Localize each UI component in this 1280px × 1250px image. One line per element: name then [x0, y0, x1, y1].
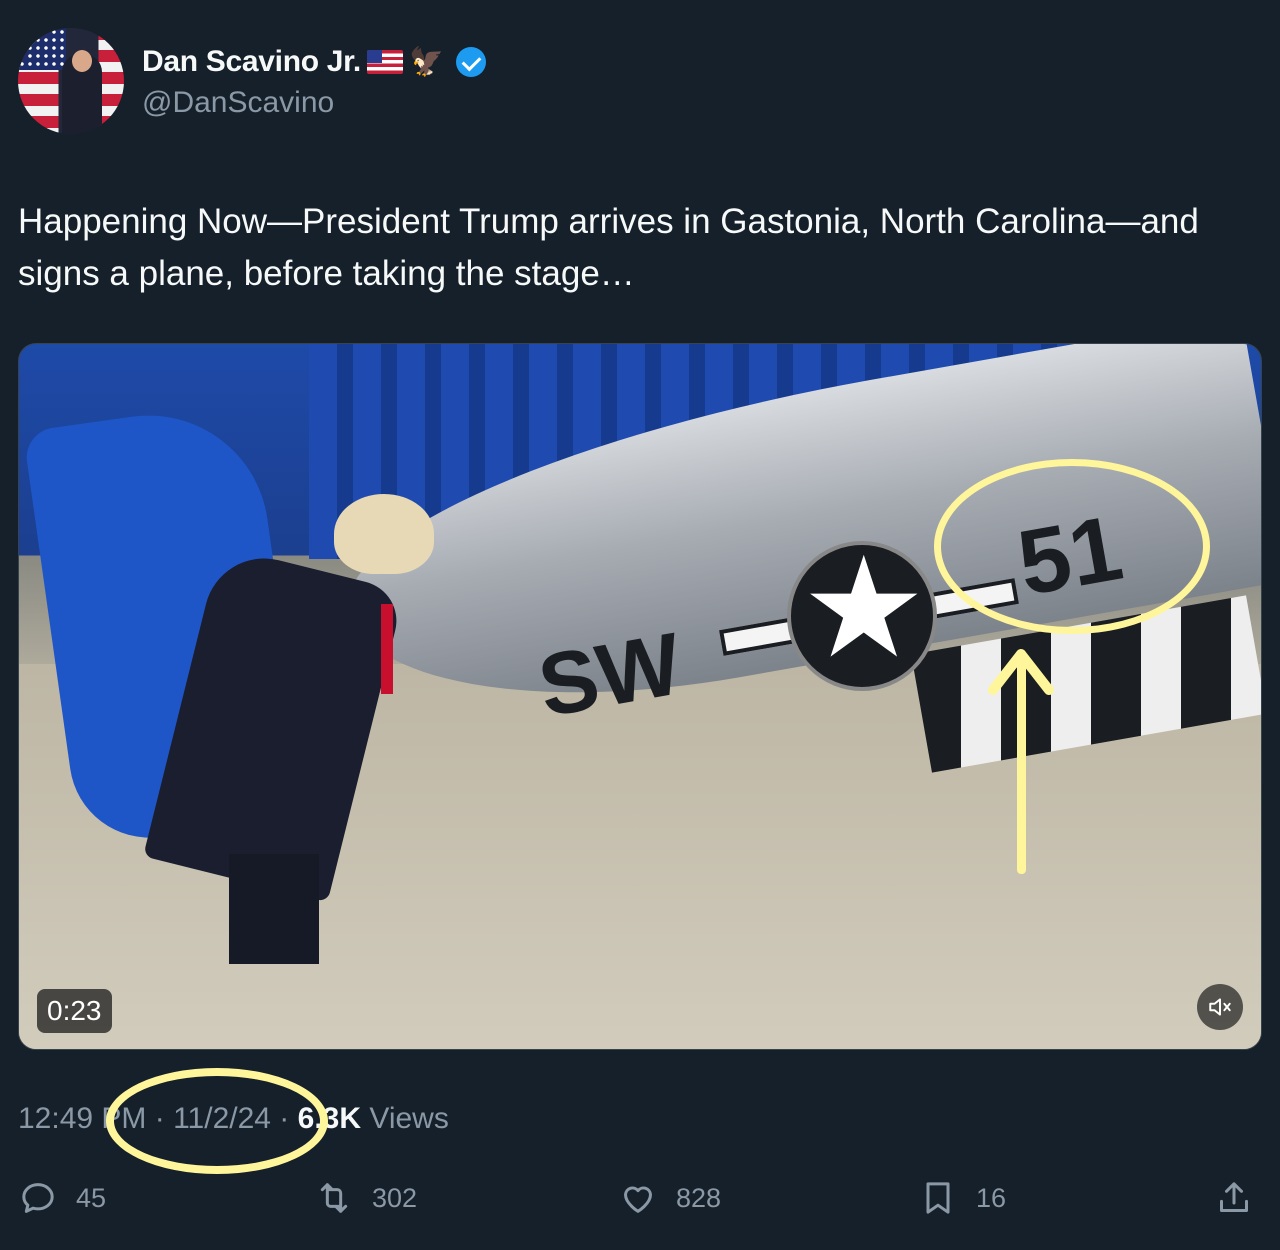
- repost-icon: [320, 1183, 348, 1213]
- plane-star-roundel: [787, 527, 937, 691]
- bookmark-button[interactable]: 16: [918, 1172, 1006, 1224]
- avatar-flag-canton: [18, 28, 66, 70]
- video-duration: 0:23: [37, 989, 112, 1033]
- share-button[interactable]: [1214, 1172, 1254, 1224]
- avatar[interactable]: [18, 28, 124, 134]
- repost-button[interactable]: 302: [314, 1172, 417, 1224]
- reply-count: 45: [76, 1182, 107, 1213]
- action-bar: 45 302 828 16: [18, 1172, 1262, 1224]
- video-player[interactable]: SW 51 0:23: [18, 343, 1262, 1050]
- mute-button[interactable]: [1197, 984, 1243, 1030]
- share-icon: [1220, 1182, 1248, 1212]
- heart-icon: [624, 1186, 652, 1213]
- person-legs: [229, 854, 319, 964]
- person-body: [143, 545, 405, 903]
- eagle-icon: 🦅: [408, 46, 444, 77]
- reply-icon: [22, 1183, 54, 1213]
- name-row: Dan Scavino Jr. 🦅: [142, 44, 486, 80]
- repost-count: 302: [372, 1182, 418, 1213]
- reply-button[interactable]: 45: [18, 1172, 106, 1224]
- annotation-oval-51: [934, 459, 1210, 634]
- us-flag-icon: [366, 50, 403, 74]
- speaker-muted-icon: [1209, 998, 1231, 1016]
- annotation-oval-date: [106, 1068, 328, 1174]
- tweet-text: Happening Now—President Trump arrives in…: [18, 202, 1199, 293]
- person-signing-plane: [143, 494, 434, 974]
- user-handle[interactable]: @DanScavino: [142, 86, 334, 120]
- person-tie: [381, 604, 393, 694]
- like-button[interactable]: 828: [618, 1172, 721, 1224]
- bookmark-icon: [926, 1182, 950, 1214]
- avatar-head: [72, 50, 92, 72]
- display-name[interactable]: Dan Scavino Jr.: [142, 45, 361, 79]
- person-hair: [334, 494, 434, 574]
- views-label: Views: [361, 1102, 449, 1135]
- like-count: 828: [676, 1182, 722, 1213]
- bookmark-count: 16: [976, 1182, 1007, 1213]
- annotation-arrow-head: [988, 649, 1054, 695]
- verified-badge-icon[interactable]: [455, 47, 486, 77]
